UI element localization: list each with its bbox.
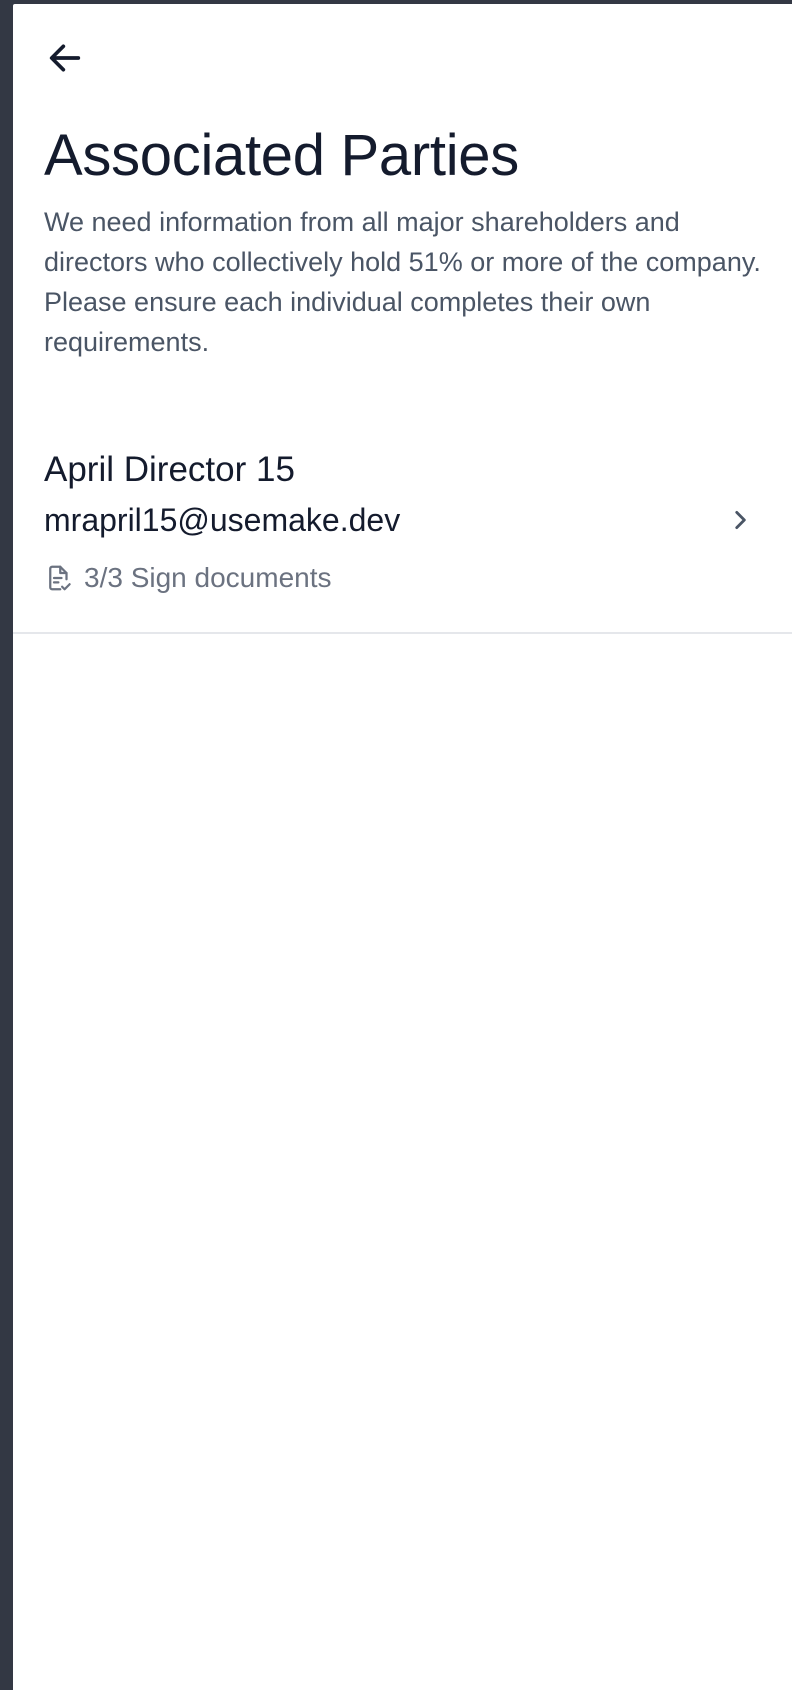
back-button[interactable] — [43, 36, 87, 80]
party-name: April Director 15 — [44, 450, 295, 489]
page-description: We need information from all major share… — [44, 207, 761, 357]
party-status: 3/3 Sign documents — [44, 558, 332, 598]
document-check-icon — [44, 563, 74, 593]
chevron-right-icon — [726, 506, 754, 534]
page-title: Associated Parties — [44, 123, 519, 188]
party-list-item[interactable]: April Director 15 mrapril15@usemake.dev … — [13, 434, 792, 634]
arrow-left-icon — [49, 44, 81, 72]
party-email: mrapril15@usemake.dev — [44, 502, 401, 538]
party-status-text: 3/3 Sign documents — [84, 562, 332, 593]
associated-parties-panel: Associated Parties We need information f… — [13, 4, 792, 1690]
